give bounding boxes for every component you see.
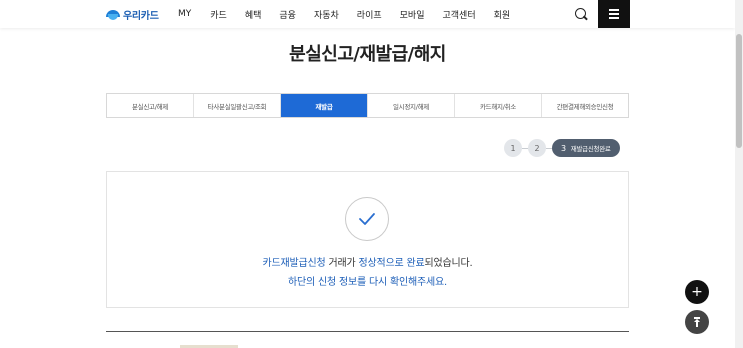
step-3-label: 재발급신청완료 bbox=[570, 145, 611, 153]
result-message: 카드재발급신청 거래가 정상적으로 완료되었습니다. bbox=[107, 254, 628, 269]
result-text-end: 되었습니다. bbox=[424, 258, 473, 269]
woori-card-logo[interactable]: 우리카드 bbox=[106, 7, 159, 22]
logo-text: 우리카드 bbox=[123, 11, 159, 22]
nav-item-benefit[interactable]: 혜택 bbox=[245, 8, 262, 21]
step-3-number: 3 bbox=[561, 143, 566, 153]
search-button[interactable] bbox=[567, 0, 595, 28]
step-1: 1 bbox=[504, 139, 522, 157]
nav-item-life[interactable]: 라이프 bbox=[357, 8, 382, 21]
check-icon bbox=[345, 197, 389, 241]
arrow-up-icon bbox=[692, 317, 702, 327]
top-header: 우리카드 MY 카드 혜택 금융 자동차 라이프 모바일 고객센터 회원 bbox=[0, 0, 735, 28]
service-tabs: 분실신고/해제 타사분실일괄신고/조회 재발급 일시정지/해제 카드해지/취소 … bbox=[106, 93, 629, 118]
woori-logo-icon bbox=[106, 9, 120, 21]
result-text: 거래가 bbox=[325, 258, 359, 269]
tab-simple-pay-overseas[interactable]: 간편결제해외승인신청 bbox=[542, 94, 628, 117]
nav-item-car[interactable]: 자동차 bbox=[314, 8, 339, 21]
scroll-top-button[interactable] bbox=[685, 310, 709, 334]
page-scrollbar[interactable] bbox=[735, 0, 743, 348]
hamburger-menu-icon bbox=[609, 9, 619, 11]
scrollbar-thumb[interactable] bbox=[736, 34, 742, 148]
menu-button[interactable] bbox=[598, 0, 630, 28]
nav-item-my[interactable]: MY bbox=[178, 9, 191, 19]
page-title: 분실신고/재발급/해지 bbox=[289, 44, 446, 65]
main-nav: MY 카드 혜택 금융 자동차 라이프 모바일 고객센터 회원 bbox=[178, 0, 510, 28]
tab-suspend[interactable]: 일시정지/해제 bbox=[368, 94, 455, 117]
tab-lost-report[interactable]: 분실신고/해제 bbox=[107, 94, 194, 117]
tab-other-company-lost-report[interactable]: 타사분실일괄신고/조회 bbox=[194, 94, 281, 117]
result-status: 정상적으로 완료 bbox=[358, 258, 425, 269]
nav-item-member[interactable]: 회원 bbox=[494, 8, 511, 21]
result-service-name: 카드재발급신청 bbox=[262, 258, 326, 269]
nav-item-card[interactable]: 카드 bbox=[210, 8, 227, 21]
nav-item-finance[interactable]: 금융 bbox=[279, 8, 296, 21]
result-instruction: 하단의 신청 정보를 다시 확인해주세요. bbox=[288, 277, 447, 288]
section-divider bbox=[106, 331, 629, 332]
floating-plus-button[interactable]: + bbox=[685, 280, 709, 304]
nav-item-mobile[interactable]: 모바일 bbox=[400, 8, 425, 21]
step-3-current: 3 재발급신청완료 bbox=[552, 139, 620, 157]
tab-cancel-card[interactable]: 카드해지/취소 bbox=[455, 94, 542, 117]
plus-icon: + bbox=[691, 284, 703, 300]
tab-reissue[interactable]: 재발급 bbox=[281, 94, 368, 117]
progress-steps: 1 2 3 재발급신청완료 bbox=[504, 138, 620, 158]
nav-item-customer-center[interactable]: 고객센터 bbox=[442, 8, 475, 21]
result-box: 카드재발급신청 거래가 정상적으로 완료되었습니다. 하단의 신청 정보를 다시… bbox=[106, 171, 629, 308]
step-2: 2 bbox=[528, 139, 546, 157]
